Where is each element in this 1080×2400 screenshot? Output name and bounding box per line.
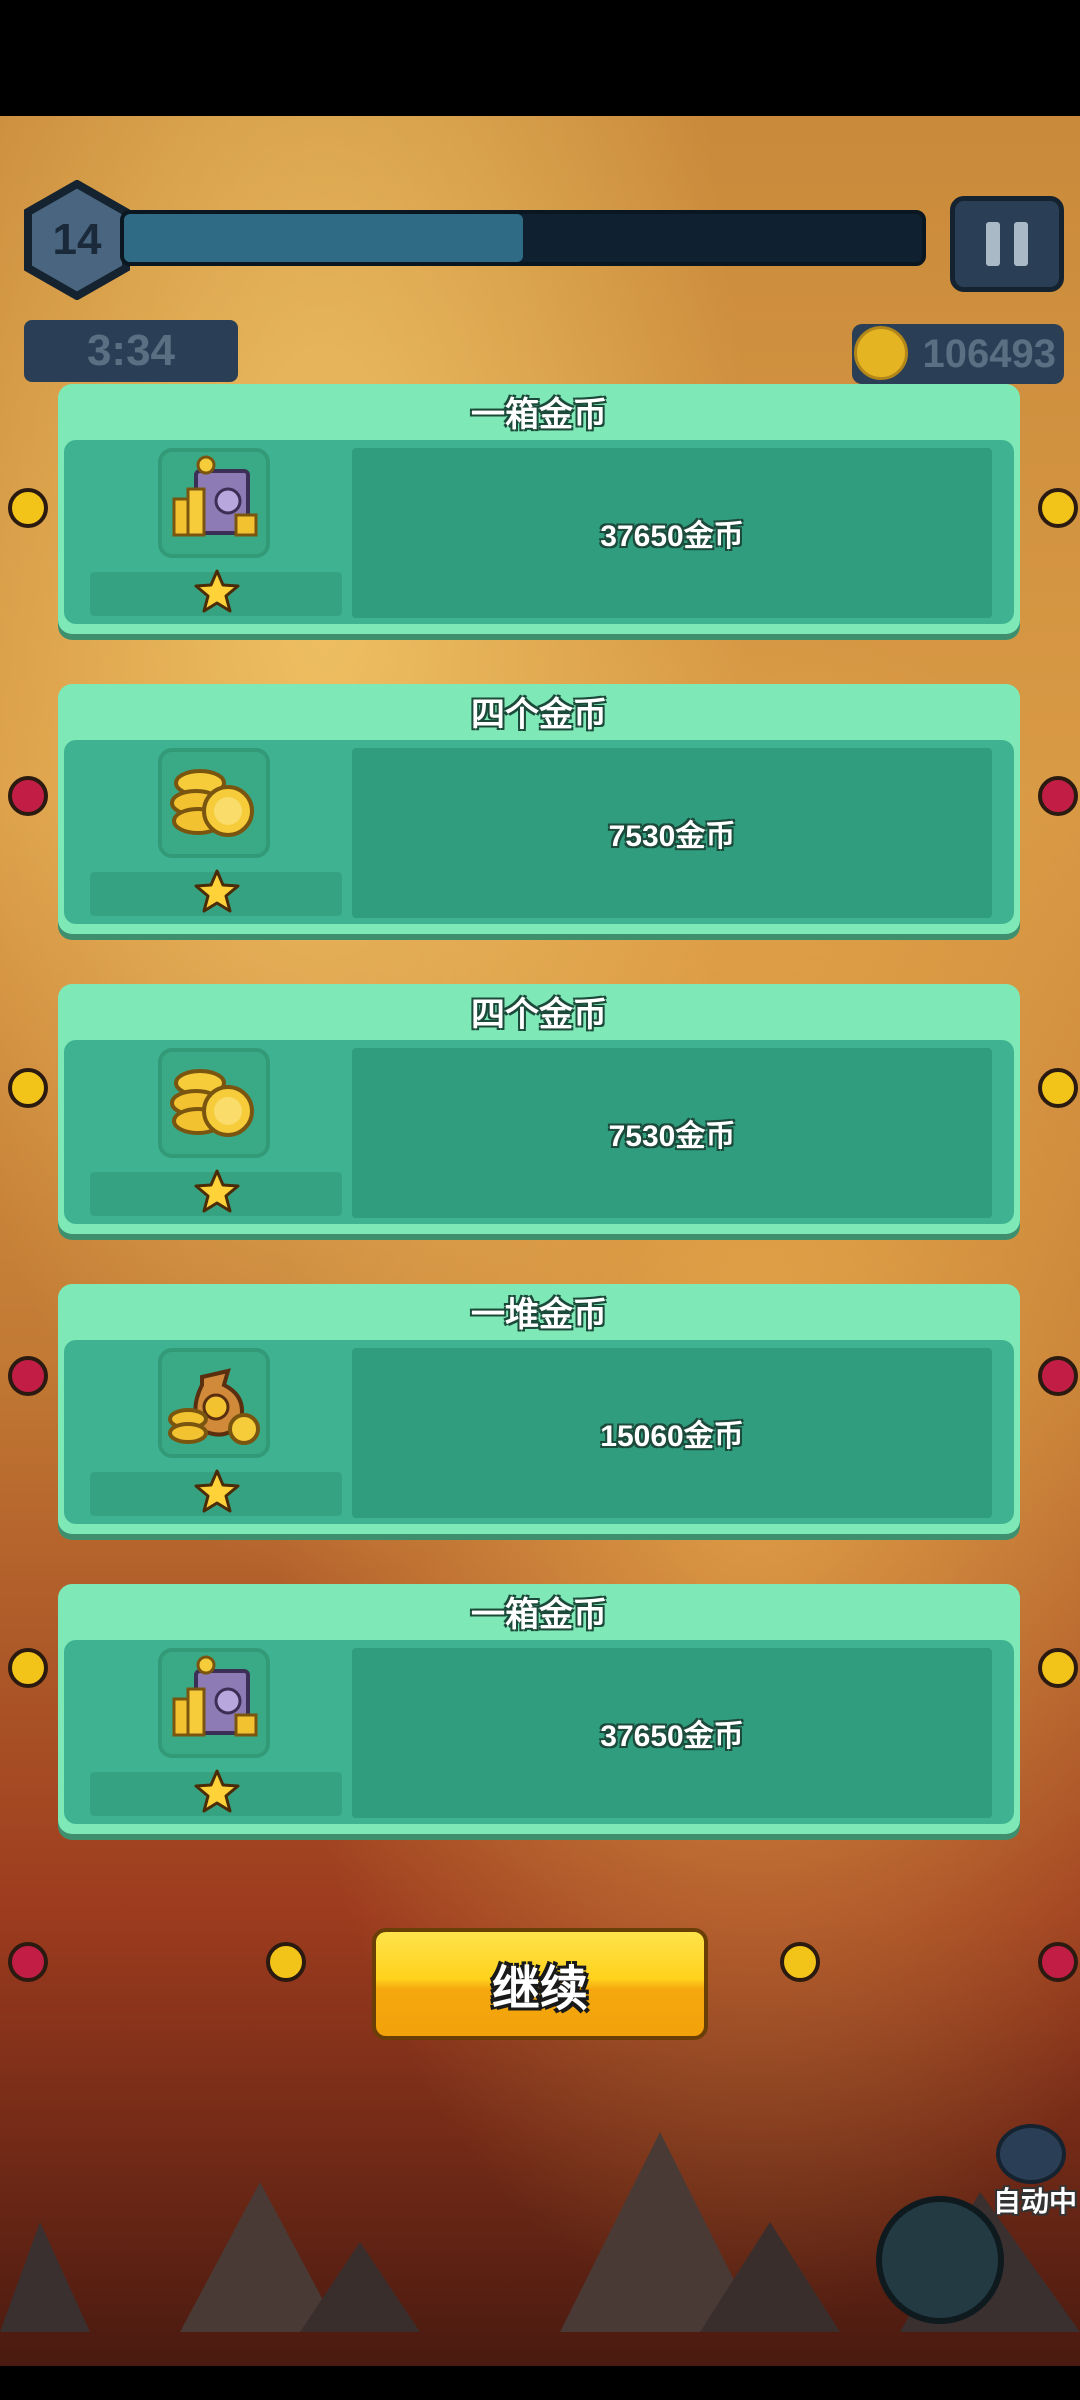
rarity-bar [90,1469,342,1516]
coin-total-value: 106493 [922,331,1056,376]
reward-body: 37650金币 [64,1640,1014,1824]
coin-bag-icon [166,1353,262,1454]
reward-icon-frame [158,1048,270,1158]
side-light [1038,776,1078,816]
continue-button[interactable]: 继续 [372,1928,708,2040]
bottom-black-bar [0,2366,1080,2400]
pause-icon [986,222,1000,266]
reward-title: 一堆金币 [471,1295,607,1334]
side-light [8,1648,48,1688]
rarity-bar [90,569,342,616]
side-light [1038,1356,1078,1396]
side-light [1038,1648,1078,1688]
auto-play-label[interactable]: 自动中 [990,2180,1080,2220]
level-number: 14 [52,215,102,264]
side-light [266,1942,306,1982]
auto-play-icon[interactable] [996,2124,1066,2184]
coin-chest-icon [166,1653,262,1754]
skill-button[interactable] [876,2196,1004,2324]
reward-body: 37650金币 [64,440,1014,624]
reward-amount: 7530金币 [352,748,992,918]
reward-title: 四个金币 [471,695,607,734]
side-light [780,1942,820,1982]
reward-icon-frame [158,748,270,858]
coin-stack-icon [166,1053,262,1154]
side-light [8,776,48,816]
level-badge: 14 [22,179,132,301]
side-light [1038,1942,1078,1982]
reward-card: 一箱金币 37650金币 [58,384,1020,634]
reward-icon-frame [158,448,270,558]
side-light [8,1356,48,1396]
star-icon [194,568,240,614]
side-light [1038,1068,1078,1108]
rarity-bar [90,1169,342,1216]
reward-amount: 15060金币 [352,1348,992,1518]
game-timer: 3:34 [24,320,238,382]
reward-body: 15060金币 [64,1340,1014,1524]
side-light [8,1942,48,1982]
reward-card: 一箱金币 37650金币 [58,1584,1020,1834]
xp-progress-bar [120,210,926,266]
reward-card: 一堆金币 15060金币 [58,1284,1020,1534]
reward-body: 7530金币 [64,1040,1014,1224]
coin-stack-icon [166,753,262,854]
reward-amount: 37650金币 [352,448,992,618]
star-icon [194,1768,240,1814]
rarity-bar [90,869,342,916]
side-light [8,488,48,528]
side-light [8,1068,48,1108]
rarity-bar [90,1769,342,1816]
reward-title: 一箱金币 [471,1595,607,1634]
pause-icon [1014,222,1028,266]
reward-card: 四个金币 7530金币 [58,984,1020,1234]
coin-chest-icon [166,453,262,554]
side-light [1038,488,1078,528]
coin-total: 106493 [852,324,1064,384]
reward-amount: 7530金币 [352,1048,992,1218]
coin-icon [854,326,908,380]
reward-title: 四个金币 [471,995,607,1034]
pause-button[interactable] [950,196,1064,292]
reward-icon-frame [158,1348,270,1458]
star-icon [194,1168,240,1214]
reward-card: 四个金币 7530金币 [58,684,1020,934]
reward-body: 7530金币 [64,740,1014,924]
star-icon [194,868,240,914]
reward-amount: 37650金币 [352,1648,992,1818]
star-icon [194,1468,240,1514]
xp-progress-fill [124,214,523,262]
reward-title: 一箱金币 [471,395,607,434]
reward-icon-frame [158,1648,270,1758]
